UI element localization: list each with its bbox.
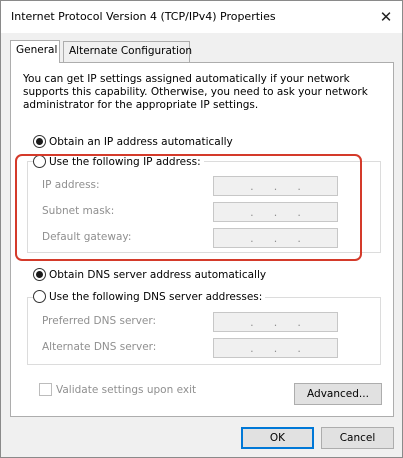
- window-title: Internet Protocol Version 4 (TCP/IPv4) P…: [11, 10, 276, 23]
- preferred-dns-label: Preferred DNS server:: [42, 315, 157, 327]
- tab-alternate-configuration[interactable]: Alternate Configuration: [63, 41, 192, 62]
- radio-button-icon[interactable]: [33, 268, 46, 281]
- radio-button-icon[interactable]: [33, 155, 46, 168]
- info-text: You can get IP settings assigned automat…: [23, 73, 368, 111]
- default-gateway-input[interactable]: . . .: [213, 228, 338, 248]
- alternate-dns-label: Alternate DNS server:: [42, 341, 157, 353]
- ok-button[interactable]: OK: [241, 427, 314, 449]
- cancel-button[interactable]: Cancel: [321, 427, 394, 449]
- default-gateway-row: Default gateway: . . .: [28, 228, 380, 248]
- subnet-mask-row: Subnet mask: . . .: [28, 202, 380, 222]
- radio-label: Use the following IP address:: [49, 155, 201, 168]
- subnet-mask-input[interactable]: . . .: [213, 202, 338, 222]
- radio-obtain-ip-auto[interactable]: Obtain an IP address automatically: [33, 135, 236, 148]
- ip-address-label: IP address:: [42, 179, 100, 191]
- title-bar: Internet Protocol Version 4 (TCP/IPv4) P…: [1, 1, 402, 33]
- close-icon[interactable]: ✕: [373, 5, 399, 29]
- ip-address-input[interactable]: . . .: [213, 176, 338, 196]
- ip-address-row: IP address: . . .: [28, 176, 380, 196]
- radio-use-following-dns[interactable]: Use the following DNS server addresses:: [33, 290, 266, 303]
- radio-label: Use the following DNS server addresses:: [49, 290, 263, 303]
- radio-button-icon[interactable]: [33, 135, 46, 148]
- preferred-dns-input[interactable]: . . .: [213, 312, 338, 332]
- validate-settings-checkbox-row[interactable]: Validate settings upon exit: [39, 383, 196, 396]
- advanced-button[interactable]: Advanced...: [294, 383, 382, 405]
- validate-settings-checkbox[interactable]: [39, 383, 52, 396]
- alternate-dns-row: Alternate DNS server: . . .: [28, 338, 380, 358]
- radio-obtain-dns-auto[interactable]: Obtain DNS server address automatically: [33, 268, 270, 281]
- radio-label: Obtain an IP address automatically: [49, 135, 233, 148]
- preferred-dns-row: Preferred DNS server: . . .: [28, 312, 380, 332]
- default-gateway-label: Default gateway:: [42, 231, 132, 243]
- radio-label: Obtain DNS server address automatically: [49, 268, 267, 281]
- tab-general[interactable]: General: [10, 40, 60, 63]
- tcpip-properties-dialog: Internet Protocol Version 4 (TCP/IPv4) P…: [0, 0, 403, 458]
- radio-use-following-ip[interactable]: Use the following IP address:: [33, 155, 204, 168]
- general-tab-page: You can get IP settings assigned automat…: [10, 62, 394, 417]
- ip-address-group: IP address: . . . Subnet mask: . . . Def…: [27, 161, 381, 253]
- dns-server-group: Preferred DNS server: . . . Alternate DN…: [27, 297, 381, 365]
- subnet-mask-label: Subnet mask:: [42, 205, 115, 217]
- alternate-dns-input[interactable]: . . .: [213, 338, 338, 358]
- radio-button-icon[interactable]: [33, 290, 46, 303]
- validate-settings-label: Validate settings upon exit: [56, 383, 197, 396]
